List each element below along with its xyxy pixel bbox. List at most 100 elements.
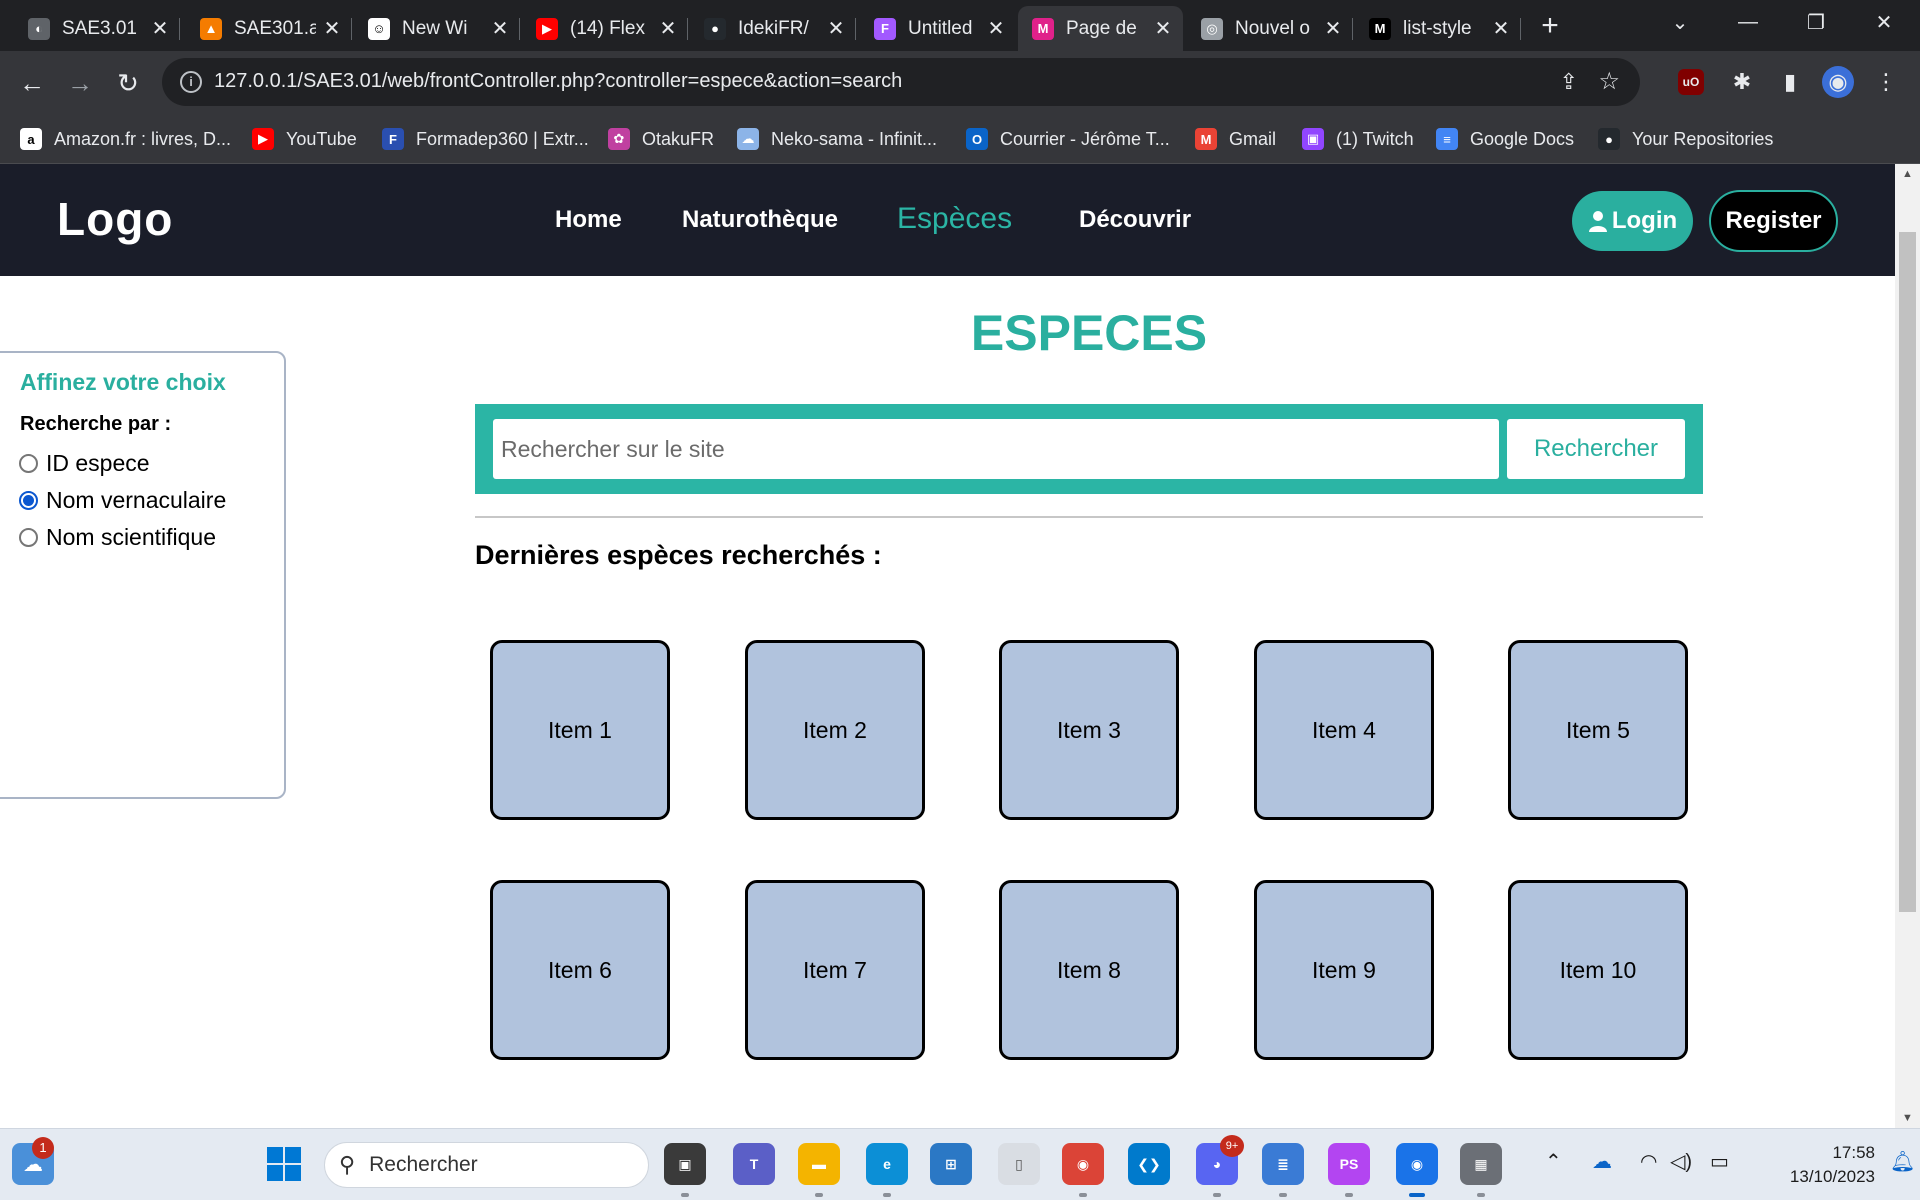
search-input[interactable]: Rechercher sur le site bbox=[493, 419, 1499, 479]
nav-naturotheque[interactable]: Naturothèque bbox=[682, 206, 838, 234]
bookmark-item[interactable]: ● Your Repositories bbox=[1598, 125, 1773, 153]
species-card[interactable]: Item 3 bbox=[999, 640, 1179, 820]
nav-decouvrir[interactable]: Découvrir bbox=[1079, 206, 1191, 234]
share-icon[interactable]: ⇪ bbox=[1560, 69, 1578, 95]
store-icon[interactable]: ⊞ bbox=[930, 1143, 972, 1185]
taskbar-search[interactable]: ⚲ Rechercher bbox=[324, 1142, 649, 1188]
browser-tab[interactable]: M Page de ✕ bbox=[1018, 6, 1183, 51]
radio-label[interactable]: ID espece bbox=[46, 450, 150, 477]
notification-bell-icon[interactable]: 🔔︎ bbox=[1890, 1149, 1915, 1174]
bookmark-item[interactable]: ≡ Google Docs bbox=[1436, 125, 1574, 153]
site-info-icon[interactable]: i bbox=[180, 71, 202, 93]
url-text[interactable]: 127.0.0.1/SAE3.01/web/frontController.ph… bbox=[214, 70, 902, 93]
vscode-icon[interactable]: ❮❯ bbox=[1128, 1143, 1170, 1185]
close-tab-icon[interactable]: ✕ bbox=[1491, 16, 1511, 41]
bookmark-item[interactable]: ☁ Neko-sama - Infinit... bbox=[737, 125, 937, 153]
species-card[interactable]: Item 10 bbox=[1508, 880, 1688, 1060]
bookmark-item[interactable]: ▣ (1) Twitch bbox=[1302, 125, 1414, 153]
volume-icon[interactable]: ◁) bbox=[1670, 1149, 1692, 1174]
radio-nom-scientifique[interactable]: Nom scientifique bbox=[19, 524, 216, 551]
ublock-icon[interactable]: uO bbox=[1678, 69, 1704, 95]
register-button[interactable]: Register bbox=[1709, 190, 1838, 252]
nav-home[interactable]: Home bbox=[555, 206, 622, 234]
site-logo[interactable]: Logo bbox=[57, 192, 173, 246]
tab-search-dropdown-icon[interactable]: ⌄ bbox=[1650, 0, 1710, 44]
scrollbar-thumb[interactable] bbox=[1899, 232, 1916, 912]
scroll-up-arrow-icon[interactable]: ▲ bbox=[1895, 164, 1920, 184]
radio-button[interactable] bbox=[19, 528, 38, 547]
chrome-profile-icon[interactable]: ◉ bbox=[1396, 1143, 1438, 1185]
species-card[interactable]: Item 1 bbox=[490, 640, 670, 820]
page-scrollbar[interactable]: ▲ ▼ bbox=[1895, 164, 1920, 1128]
close-tab-icon[interactable]: ✕ bbox=[490, 16, 510, 41]
phpstorm-icon[interactable]: PS bbox=[1328, 1143, 1370, 1185]
bookmark-item[interactable]: F Formadep360 | Extr... bbox=[382, 125, 589, 153]
onedrive-icon[interactable]: ☁ bbox=[1592, 1149, 1612, 1174]
edge-icon[interactable]: e bbox=[866, 1143, 908, 1185]
wifi-icon[interactable]: ◠ bbox=[1640, 1149, 1657, 1174]
close-window-button[interactable]: ✕ bbox=[1854, 0, 1914, 44]
bookmark-item[interactable]: O Courrier - Jérôme T... bbox=[966, 125, 1170, 153]
address-bar[interactable]: i 127.0.0.1/SAE3.01/web/frontController.… bbox=[162, 58, 1640, 106]
search-button[interactable]: Rechercher bbox=[1507, 419, 1685, 479]
species-card[interactable]: Item 5 bbox=[1508, 640, 1688, 820]
puzzle-icon[interactable]: ✱ bbox=[1726, 66, 1758, 98]
radio-label[interactable]: Nom scientifique bbox=[46, 524, 216, 551]
scroll-down-arrow-icon[interactable]: ▼ bbox=[1895, 1108, 1920, 1128]
notepad-icon[interactable]: ≣ bbox=[1262, 1143, 1304, 1185]
radio-button[interactable] bbox=[19, 454, 38, 473]
file-explorer-icon[interactable]: ▬ bbox=[798, 1143, 840, 1185]
login-button[interactable]: Login bbox=[1572, 191, 1693, 251]
close-tab-icon[interactable]: ✕ bbox=[658, 16, 678, 41]
restore-button[interactable]: ❐ bbox=[1786, 0, 1846, 44]
teams-icon[interactable]: T bbox=[733, 1143, 775, 1185]
browser-tab[interactable]: ◎ Nouvel o ✕ bbox=[1187, 6, 1353, 51]
radio-nom-vernaculaire[interactable]: Nom vernaculaire bbox=[19, 487, 226, 514]
browser-tab[interactable]: ▲ SAE301.a ✕ bbox=[186, 6, 352, 51]
close-tab-icon[interactable]: ✕ bbox=[986, 16, 1006, 41]
taskview-icon[interactable]: ▣ bbox=[664, 1143, 706, 1185]
calculator-icon[interactable]: ▦ bbox=[1460, 1143, 1502, 1185]
species-card[interactable]: Item 2 bbox=[745, 640, 925, 820]
chrome-icon[interactable]: ◉ bbox=[1062, 1143, 1104, 1185]
browser-tab[interactable]: F Untitled ✕ bbox=[860, 6, 1016, 51]
menu-icon[interactable]: ⋮ bbox=[1870, 66, 1902, 98]
bookmark-item[interactable]: M Gmail bbox=[1195, 125, 1276, 153]
notepad-file-icon[interactable]: ▯ bbox=[998, 1143, 1040, 1185]
bookmark-star-icon[interactable]: ☆ bbox=[1598, 67, 1620, 96]
bookmark-item[interactable]: ▶ YouTube bbox=[252, 125, 357, 153]
close-tab-icon[interactable]: ✕ bbox=[826, 16, 846, 41]
system-clock[interactable]: 17:58 13/10/2023 bbox=[1755, 1141, 1875, 1189]
battery-icon[interactable]: ▭ bbox=[1710, 1149, 1729, 1174]
radio-button[interactable] bbox=[19, 491, 38, 510]
radio-id-espece[interactable]: ID espece bbox=[19, 450, 150, 477]
minimize-button[interactable]: — bbox=[1718, 0, 1778, 44]
browser-tab[interactable]: ☺ New Wi ✕ bbox=[354, 6, 520, 51]
species-card[interactable]: Item 7 bbox=[745, 880, 925, 1060]
browser-tab[interactable]: ◐ SAE3.01 ✕ bbox=[14, 6, 180, 51]
start-button[interactable] bbox=[263, 1143, 305, 1185]
species-card[interactable]: Item 9 bbox=[1254, 880, 1434, 1060]
forward-button[interactable]: → bbox=[62, 65, 98, 101]
close-tab-icon[interactable]: ✕ bbox=[1323, 16, 1343, 41]
reload-button[interactable]: ↻ bbox=[110, 65, 146, 101]
close-tab-icon[interactable]: ✕ bbox=[322, 16, 342, 41]
close-tab-icon[interactable]: ✕ bbox=[150, 16, 170, 41]
close-tab-icon[interactable]: ✕ bbox=[1153, 16, 1173, 41]
nav-especes[interactable]: Espèces bbox=[897, 202, 1012, 236]
browser-tab[interactable]: ● IdekiFR/ ✕ bbox=[690, 6, 856, 51]
bookmark-item[interactable]: a Amazon.fr : livres, D... bbox=[20, 125, 231, 153]
radio-label[interactable]: Nom vernaculaire bbox=[46, 487, 226, 514]
browser-tab[interactable]: ▶ (14) Flex ✕ bbox=[522, 6, 688, 51]
bookmark-item[interactable]: ✿ OtakuFR bbox=[608, 125, 714, 153]
species-card[interactable]: Item 8 bbox=[999, 880, 1179, 1060]
running-indicator bbox=[681, 1193, 689, 1197]
new-tab-button[interactable]: + bbox=[1535, 8, 1565, 44]
browser-tab[interactable]: Mlist-style ✕ bbox=[1355, 6, 1521, 51]
chevron-up-icon[interactable]: ⌃ bbox=[1545, 1149, 1562, 1174]
species-card[interactable]: Item 4 bbox=[1254, 640, 1434, 820]
profile-avatar[interactable]: ◉ bbox=[1822, 66, 1854, 98]
sidepanel-icon[interactable]: ▮ bbox=[1774, 66, 1806, 98]
species-card[interactable]: Item 6 bbox=[490, 880, 670, 1060]
back-button[interactable]: ← bbox=[14, 65, 50, 101]
